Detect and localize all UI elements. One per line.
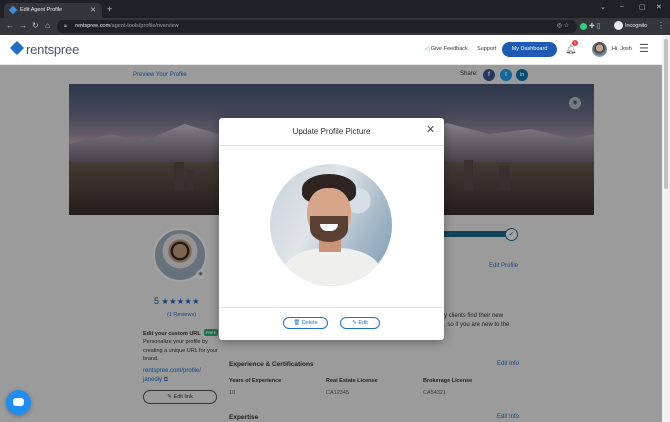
incognito-icon [614, 21, 623, 30]
rentspree-favicon-icon [8, 5, 18, 15]
url-host: rentspree.com [75, 23, 111, 29]
delete-button[interactable]: 🗑︎ Delete [283, 317, 328, 329]
maximize-icon[interactable]: ▢ [639, 3, 646, 11]
modal-divider [219, 307, 444, 308]
close-window-icon[interactable]: ✕ [656, 3, 662, 11]
browser-tab[interactable]: Edit Agent Profile ✕ [4, 3, 102, 18]
browser-menu-icon[interactable]: ⋮ [657, 21, 665, 30]
extensions-area: ✚ ▯ [580, 22, 601, 30]
chat-widget-button[interactable] [6, 390, 31, 415]
chat-icon [13, 398, 24, 406]
trash-icon: 🗑︎ [293, 320, 301, 326]
tab-title: Edit Agent Profile [20, 7, 63, 13]
scrollbar-thumb[interactable] [664, 39, 668, 189]
my-dashboard-button[interactable]: My Dashboard [502, 42, 557, 57]
page-scrollbar[interactable] [662, 35, 670, 422]
give-feedback-link[interactable]: ◁ Give Feedback [425, 46, 468, 52]
lock-icon: 🔒︎ [64, 23, 67, 29]
puzzle-icon[interactable]: ✚ [589, 23, 595, 30]
site-header: rentspree ◁ Give Feedback Support My Das… [0, 35, 662, 65]
edit-button[interactable]: ✎ Edit [340, 317, 380, 329]
pencil-icon: ✎ [352, 320, 357, 326]
browser-tab-bar: Edit Agent Profile ✕ + ⌄ – ▢ ✕ [0, 0, 670, 18]
notification-badge: 1 [572, 40, 578, 46]
reload-icon[interactable]: ↻ [32, 21, 39, 30]
eye-off-icon[interactable]: ◎ [557, 23, 562, 29]
delete-label: Delete [301, 320, 318, 326]
back-icon[interactable]: ← [6, 21, 14, 30]
rentspree-logo[interactable]: rentspree [9, 40, 80, 57]
browser-toolbar: ← → ↻ ⌂ 🔒︎ rentspree.com/agent-tools/pro… [0, 18, 670, 35]
url-path: /agent-tools/profile/overview [110, 23, 179, 29]
notifications-button[interactable]: 🔔︎ 1 [565, 40, 578, 55]
edit-label: Edit [358, 320, 368, 326]
modal-title: Update Profile Picture [292, 127, 371, 136]
star-icon[interactable]: ☆ [564, 23, 569, 29]
give-feedback-label: Give Feedback [430, 46, 468, 52]
extension-icon[interactable] [580, 22, 587, 30]
home-icon[interactable]: ⌂ [45, 21, 50, 30]
close-tab-icon[interactable]: ✕ [90, 6, 96, 14]
profile-picture-preview [270, 164, 392, 286]
address-bar[interactable]: 🔒︎ rentspree.com/agent-tools/profile/ove… [57, 20, 577, 33]
user-greeting[interactable]: Hi, Josh [612, 46, 632, 52]
photo-shirt [284, 248, 380, 286]
logo-text: rentspree [26, 42, 80, 57]
modal-divider [219, 145, 444, 146]
megaphone-icon: ◁ [425, 46, 430, 52]
hamburger-menu-icon[interactable]: ☰ [639, 42, 649, 55]
close-icon[interactable]: ✕ [426, 123, 435, 136]
tab-search-icon[interactable]: ⌄ [600, 3, 606, 11]
omnibox-actions: ◎ ☆ [557, 22, 569, 29]
minimize-icon[interactable]: – [620, 3, 624, 10]
incognito-indicator[interactable]: Incognito [614, 21, 647, 30]
user-avatar[interactable] [592, 42, 607, 57]
new-tab-icon[interactable]: + [107, 4, 112, 14]
forward-icon[interactable]: → [19, 21, 27, 30]
sidepanel-icon[interactable]: ▯ [597, 23, 601, 30]
support-link[interactable]: Support [477, 46, 496, 52]
update-profile-picture-modal: Update Profile Picture ✕ 🗑︎ Delete ✎ Edi… [219, 118, 444, 340]
incognito-label: Incognito [625, 22, 648, 29]
logo-mark-icon [9, 40, 25, 56]
